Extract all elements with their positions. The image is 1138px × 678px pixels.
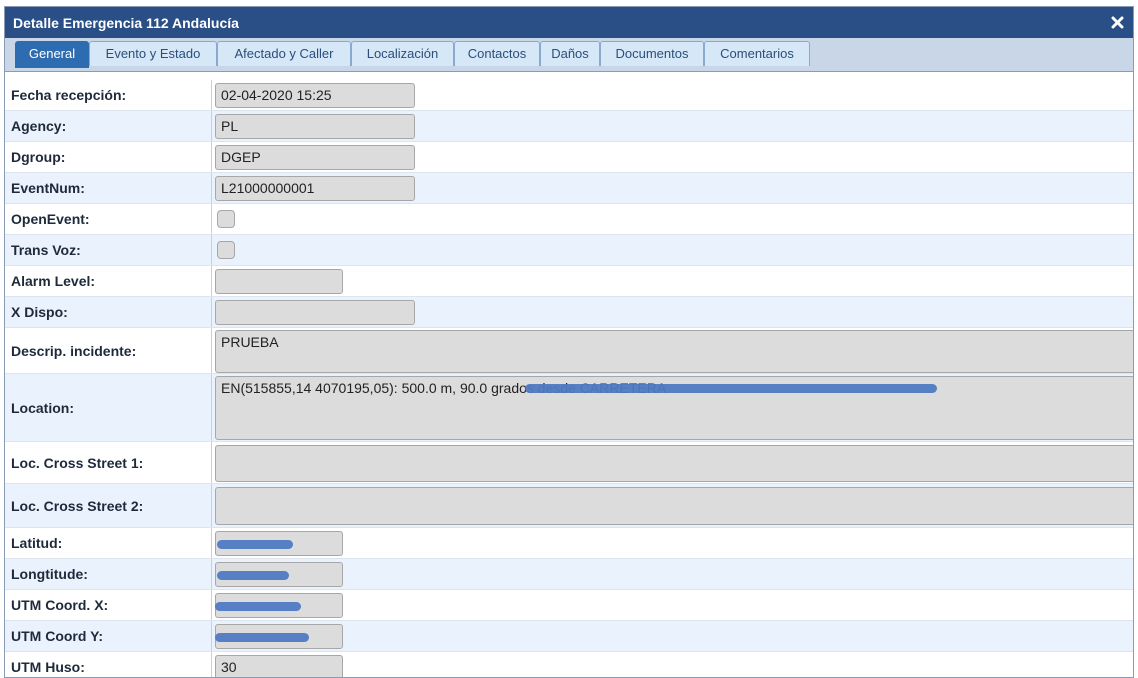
redacted-latitud	[217, 540, 293, 549]
transvoz-checkbox[interactable]	[217, 241, 235, 259]
divider	[211, 297, 212, 327]
xdispo-field[interactable]	[215, 300, 415, 325]
row-fecha: Fecha recepción: 02-04-2020 15:25	[5, 80, 1133, 111]
row-longitud: Longtitude:	[5, 559, 1133, 590]
eventnum-field[interactable]: L21000000001	[215, 176, 415, 201]
openevent-checkbox[interactable]	[217, 210, 235, 228]
redacted-longitude	[217, 571, 289, 580]
dgroup-field[interactable]: DGEP	[215, 145, 415, 170]
redacted-utm-x	[215, 602, 301, 611]
row-utmhuso: UTM Huso: 30	[5, 652, 1133, 677]
row-transvoz: Trans Voz:	[5, 235, 1133, 266]
tab-danos[interactable]: Daños	[540, 41, 600, 66]
divider	[211, 80, 212, 110]
row-alarm: Alarm Level:	[5, 266, 1133, 297]
row-latitud: Latitud:	[5, 528, 1133, 559]
descrip-textarea[interactable]: PRUEBA	[215, 330, 1133, 373]
tab-evento-estado[interactable]: Evento y Estado	[89, 41, 217, 66]
divider	[211, 374, 212, 441]
divider	[211, 266, 212, 296]
dialog-titlebar: Detalle Emergencia 112 Andalucía	[5, 7, 1133, 38]
utmy-label: UTM Coord Y:	[11, 628, 104, 644]
divider	[211, 621, 212, 651]
longitud-label: Longtitude:	[11, 566, 88, 582]
dialog-title: Detalle Emergencia 112 Andalucía	[13, 14, 239, 31]
close-icon[interactable]	[1107, 11, 1127, 33]
tab-general[interactable]: General	[15, 41, 89, 68]
divider	[211, 111, 212, 141]
utm-huso-field[interactable]: 30	[215, 655, 343, 677]
fecha-field[interactable]: 02-04-2020 15:25	[215, 83, 415, 108]
row-utmy: UTM Coord Y:	[5, 621, 1133, 652]
tab-comentarios[interactable]: Comentarios	[704, 41, 810, 66]
row-location: Location: EN(515855,14 4070195,05): 500.…	[5, 374, 1133, 442]
cross2-label: Loc. Cross Street 2:	[11, 497, 144, 514]
divider	[211, 559, 212, 589]
openevent-label: OpenEvent:	[11, 211, 90, 227]
redacted-utm-y	[215, 633, 309, 642]
row-descrip: Descrip. incidente: PRUEBA	[5, 328, 1133, 374]
row-cross1: Loc. Cross Street 1:	[5, 442, 1133, 484]
dgroup-label: Dgroup:	[11, 149, 66, 165]
row-agency: Agency: PL	[5, 111, 1133, 142]
divider	[211, 328, 212, 373]
row-openevent: OpenEvent:	[5, 204, 1133, 235]
location-label: Location:	[11, 399, 74, 416]
alarm-level-field[interactable]	[215, 269, 343, 294]
fecha-label: Fecha recepción:	[11, 87, 127, 103]
tab-documentos[interactable]: Documentos	[600, 41, 704, 66]
divider	[211, 442, 212, 483]
transvoz-label: Trans Voz:	[11, 242, 81, 258]
tab-contactos[interactable]: Contactos	[454, 41, 540, 66]
latitud-label: Latitud:	[11, 535, 63, 551]
eventnum-label: EventNum:	[11, 180, 85, 196]
redacted-location-text	[525, 384, 937, 393]
divider	[211, 204, 212, 234]
row-utmx: UTM Coord. X:	[5, 590, 1133, 621]
tab-afectado-caller[interactable]: Afectado y Caller	[217, 41, 351, 66]
divider	[211, 173, 212, 203]
divider	[211, 235, 212, 265]
cross-street-2-textarea[interactable]	[215, 487, 1133, 525]
row-dgroup: Dgroup: DGEP	[5, 142, 1133, 173]
descrip-label: Descrip. incidente:	[11, 342, 137, 359]
row-xdispo: X Dispo:	[5, 297, 1133, 328]
tab-localizacion[interactable]: Localización	[351, 41, 454, 66]
divider	[211, 590, 212, 620]
utmhuso-label: UTM Huso:	[11, 659, 85, 675]
cross-street-1-textarea[interactable]	[215, 445, 1133, 482]
alarm-label: Alarm Level:	[11, 273, 96, 289]
agency-field[interactable]: PL	[215, 114, 415, 139]
agency-label: Agency:	[11, 118, 67, 134]
utmx-label: UTM Coord. X:	[11, 597, 109, 613]
emergency-detail-dialog: Detalle Emergencia 112 Andalucía General…	[4, 6, 1134, 678]
tab-bar: General Evento y Estado Afectado y Calle…	[5, 38, 1133, 72]
row-cross2: Loc. Cross Street 2:	[5, 484, 1133, 528]
divider	[211, 142, 212, 172]
divider	[211, 484, 212, 527]
row-eventnum: EventNum: L21000000001	[5, 173, 1133, 204]
xdispo-label: X Dispo:	[11, 304, 68, 320]
cross1-label: Loc. Cross Street 1:	[11, 454, 144, 471]
divider	[211, 652, 212, 677]
divider	[211, 528, 212, 558]
